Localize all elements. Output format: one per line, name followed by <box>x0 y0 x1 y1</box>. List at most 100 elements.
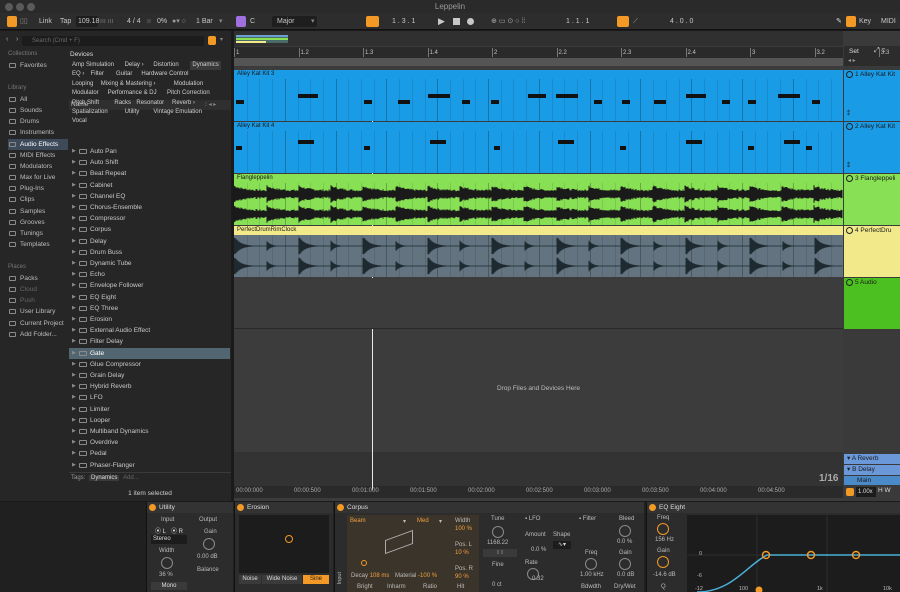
track-fold-icon[interactable] <box>846 71 853 78</box>
browser-list-item[interactable]: ▶ Looper <box>69 415 230 426</box>
key-map-button[interactable]: Key <box>859 16 871 27</box>
library-item[interactable]: Drums <box>8 116 68 127</box>
expand-arrow-icon[interactable]: ▶ <box>72 404 76 415</box>
browser-list-item[interactable]: ▶ Delay <box>69 236 230 247</box>
devices-label[interactable]: Devices <box>70 51 93 58</box>
midi-note[interactable] <box>686 94 706 98</box>
library-item[interactable]: Plug-Ins <box>8 183 68 194</box>
add-tag-button[interactable]: Add... <box>123 475 139 481</box>
device-tag[interactable]: Hardware Control <box>139 70 190 79</box>
midi-note[interactable] <box>558 140 574 144</box>
midi-note[interactable] <box>594 100 602 104</box>
width-knob[interactable] <box>161 557 173 569</box>
device-tag[interactable]: Guitar <box>114 70 134 79</box>
device-tag[interactable]: Vintage Emulation <box>151 108 204 117</box>
places-item[interactable]: Current Project <box>8 318 68 329</box>
mode-noise[interactable]: Noise <box>239 575 261 584</box>
device-tag[interactable]: Racks <box>112 99 133 108</box>
device-tag[interactable]: Filter <box>89 70 106 79</box>
song-position[interactable]: 1 . 3 . 1 <box>392 16 415 27</box>
eq-eight-title-bar[interactable]: EQ Eight <box>647 502 900 513</box>
gain-knob[interactable] <box>203 538 215 550</box>
device-tag[interactable]: Modulation <box>172 80 205 89</box>
power-icon[interactable] <box>337 504 344 511</box>
device-tag[interactable]: Resonator <box>134 99 166 108</box>
stop-icon[interactable] <box>453 18 460 25</box>
library-item[interactable]: Max for Live <box>8 172 68 183</box>
loop-toggle-icon[interactable] <box>617 16 629 27</box>
expand-arrow-icon[interactable]: ▶ <box>72 325 76 336</box>
zoom-lock-icon[interactable] <box>846 488 854 496</box>
loop-brace[interactable] <box>234 58 843 66</box>
mono-toggle[interactable]: Mono <box>151 582 187 590</box>
places-item[interactable]: User Library <box>8 306 68 317</box>
scroll-arrows-icon[interactable]: ◂ ▸ <box>848 57 856 64</box>
library-item[interactable]: Grooves <box>8 217 68 228</box>
expand-arrow-icon[interactable]: ▶ <box>72 437 76 448</box>
midi-note[interactable] <box>491 100 499 104</box>
device-tag[interactable]: Pitch Correction <box>165 89 212 98</box>
browser-list-item[interactable]: ▶ EQ Three <box>69 303 230 314</box>
library-item[interactable]: Instruments <box>8 127 68 138</box>
play-icon[interactable]: ▶ <box>438 16 445 27</box>
track-header[interactable]: 2 Alley Kat Kit ⁑ <box>844 122 900 173</box>
width-value[interactable]: 100 % <box>455 526 472 532</box>
expand-arrow-icon[interactable]: ▶ <box>72 168 76 179</box>
expand-arrow-icon[interactable]: ▶ <box>72 292 76 303</box>
mode-sine[interactable]: Sine <box>303 575 329 584</box>
browser-list-item[interactable]: ▶ Compressor <box>69 213 230 224</box>
overview-window[interactable] <box>236 35 288 43</box>
midi-note[interactable] <box>806 146 812 150</box>
device-tag[interactable]: Mixing & Mastering › <box>99 80 158 89</box>
midi-note[interactable] <box>812 100 820 104</box>
expand-arrow-icon[interactable]: ▶ <box>72 303 76 314</box>
time-signature[interactable]: 4 / 4 <box>127 16 141 27</box>
browser-list-item[interactable]: ▶ Drum Buss <box>69 247 230 258</box>
browser-list-item[interactable]: ▶ Filter Delay <box>69 336 230 347</box>
collections-item[interactable]: Favorites <box>8 60 68 71</box>
midi-note[interactable] <box>654 100 666 104</box>
browser-list-item[interactable]: ▶ Overdrive <box>69 437 230 448</box>
midi-note[interactable] <box>620 146 626 150</box>
library-item[interactable]: Clips <box>8 194 68 205</box>
track-header[interactable]: 5 Audio <box>844 278 900 329</box>
midi-note[interactable] <box>364 146 370 150</box>
decay-handle[interactable] <box>361 560 367 566</box>
clip-name[interactable]: Alley Kat Kit 3 <box>234 70 843 79</box>
device-tag[interactable]: Dynamics <box>190 61 221 70</box>
quality-select[interactable]: Med <box>417 518 429 524</box>
chevron-down-icon[interactable]: ▾ <box>220 36 223 43</box>
expand-arrow-icon[interactable]: ▶ <box>72 269 76 280</box>
expand-arrow-icon[interactable]: ▶ <box>72 224 76 235</box>
power-icon[interactable] <box>149 504 156 511</box>
library-item[interactable]: Modulators <box>8 161 68 172</box>
midi-note[interactable] <box>298 140 314 144</box>
places-item[interactable]: Push <box>8 295 68 306</box>
channel-mode-select[interactable]: Stereo <box>151 535 187 544</box>
browser-list-item[interactable]: ▶ Auto Pan <box>69 146 230 157</box>
device-tag[interactable]: EQ › <box>70 70 86 79</box>
tune-knob[interactable] <box>492 526 504 538</box>
browser-list-item[interactable]: ▶ Channel EQ <box>69 191 230 202</box>
device-tag[interactable]: Reverb › <box>170 99 197 108</box>
expand-arrow-icon[interactable]: ▶ <box>72 381 76 392</box>
midi-note[interactable] <box>556 94 578 98</box>
lfo-toggle[interactable]: ▪ LFO <box>525 516 540 522</box>
erosion-title-bar[interactable]: Erosion <box>235 502 333 513</box>
expand-arrow-icon[interactable]: ▶ <box>72 392 76 403</box>
midi-note[interactable] <box>748 100 756 104</box>
midi-note[interactable] <box>298 94 318 98</box>
scale-mode-icon[interactable] <box>236 16 246 27</box>
expand-arrow-icon[interactable]: ▶ <box>72 236 76 247</box>
return-track-header[interactable]: ▾ A Reverb <box>844 454 900 464</box>
browser-list-item[interactable]: ▶ Corpus <box>69 224 230 235</box>
expand-arrow-icon[interactable]: ▶ <box>72 258 76 269</box>
places-item[interactable]: Add Folder... <box>8 329 68 340</box>
track-fold-icon[interactable] <box>846 227 853 234</box>
library-item[interactable]: MIDI Effects <box>8 150 68 161</box>
tap-button[interactable]: Tap <box>60 16 71 27</box>
browser-list-item[interactable]: ▶ EQ Eight <box>69 292 230 303</box>
device-tag[interactable]: Delay › <box>123 61 146 70</box>
xy-handle[interactable] <box>285 535 293 543</box>
follow-icon[interactable] <box>366 16 379 27</box>
